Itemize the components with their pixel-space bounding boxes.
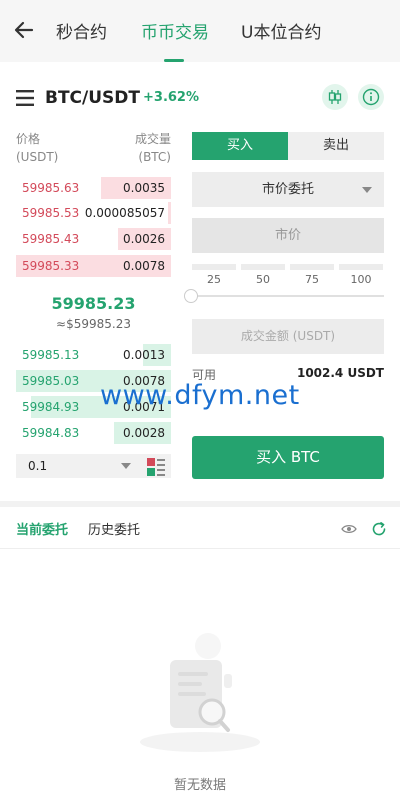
qty-column-header: 成交量 (BTC)	[134, 132, 171, 164]
ask-qty: 0.0026	[123, 232, 165, 246]
order-type-value: 市价委托	[261, 182, 314, 197]
ask-row[interactable]: 59985.33 0.0078	[16, 255, 171, 277]
top-nav: 秒合约 币币交易 U本位合约	[0, 0, 400, 62]
percent-25-label[interactable]: 25	[192, 273, 236, 286]
section-separator	[0, 501, 400, 507]
bid-qty: 0.0028	[123, 426, 165, 440]
pair-header: BTC/USDT +3.62%	[0, 62, 400, 132]
bid-row[interactable]: 59985.13 0.0013	[16, 344, 171, 366]
buy-sell-toggle: 买入 卖出	[192, 132, 384, 160]
order-type-select[interactable]: 市价委托	[192, 172, 384, 207]
last-price-fiat: ≈$59985.23	[56, 317, 131, 331]
tab-usdt-futures[interactable]: U本位合约	[241, 18, 321, 43]
ask-qty: 0.0078	[123, 259, 165, 273]
price-column-header: 价格 (USDT)	[16, 132, 59, 164]
bid-price: 59984.93	[22, 400, 80, 414]
watermark-text: www.dfym.net	[100, 380, 300, 411]
ask-depth-bar	[168, 202, 171, 224]
back-arrow-icon[interactable]	[12, 18, 36, 42]
bid-row[interactable]: 59984.83 0.0028	[16, 422, 171, 444]
empty-state-text: 暂无数据	[173, 778, 226, 793]
info-button[interactable]	[358, 84, 384, 110]
ask-row[interactable]: 59985.43 0.0026	[16, 228, 171, 250]
ask-row[interactable]: 59985.63 0.0035	[16, 177, 171, 199]
tab-spot-trading[interactable]: 币币交易	[141, 18, 209, 43]
available-balance: 1002.4 USDT	[296, 366, 384, 380]
amount-slider-track[interactable]	[192, 295, 384, 297]
percent-75-bar[interactable]	[290, 264, 334, 270]
last-price: 59985.23	[51, 294, 136, 313]
ask-price: 59985.33	[22, 259, 80, 273]
bid-price: 59984.83	[22, 426, 80, 440]
chevron-down-icon	[121, 463, 131, 469]
percent-100-bar[interactable]	[339, 264, 383, 270]
candlestick-icon	[328, 90, 342, 104]
depth-precision-value: 0.1	[28, 459, 48, 473]
amount-input[interactable]: 成交金额 (USDT)	[192, 319, 384, 354]
pair-symbol[interactable]: BTC/USDT	[45, 88, 140, 108]
menu-icon[interactable]	[16, 90, 34, 106]
ask-qty: 0.000085057	[84, 206, 165, 220]
percent-75-label[interactable]: 75	[290, 273, 334, 286]
empty-state-illustration	[140, 633, 260, 752]
candlestick-chart-button[interactable]	[322, 84, 348, 110]
price-change: +3.62%	[143, 90, 199, 105]
amount-slider-thumb[interactable]	[184, 289, 198, 303]
bid-price: 59985.13	[22, 348, 80, 362]
ask-price: 59985.63	[22, 181, 80, 195]
orders-divider	[0, 548, 400, 549]
tab-second-contract[interactable]: 秒合约	[56, 18, 107, 43]
buy-tab[interactable]: 买入	[192, 132, 288, 160]
percent-25-bar[interactable]	[192, 264, 236, 270]
refresh-icon[interactable]	[371, 521, 387, 537]
percent-100-label[interactable]: 100	[339, 273, 383, 286]
sell-tab[interactable]: 卖出	[288, 132, 384, 160]
orderbook-layout-icon[interactable]	[147, 458, 165, 476]
info-icon	[362, 88, 380, 106]
price-input[interactable]: 市价	[192, 218, 384, 253]
ask-price: 59985.53	[22, 206, 80, 220]
tab-order-history[interactable]: 历史委托	[88, 519, 140, 538]
bid-price: 59985.03	[22, 374, 80, 388]
tab-current-orders[interactable]: 当前委托	[16, 519, 68, 538]
buy-btc-button[interactable]: 买入 BTC	[192, 436, 384, 479]
ask-qty: 0.0035	[123, 181, 165, 195]
ask-row[interactable]: 59985.53 0.000085057	[16, 202, 171, 224]
eye-icon[interactable]	[341, 521, 357, 537]
percent-50-bar[interactable]	[241, 264, 285, 270]
bid-qty: 0.0013	[123, 348, 165, 362]
ask-price: 59985.43	[22, 232, 80, 246]
chevron-down-icon	[362, 187, 372, 193]
percent-50-label[interactable]: 50	[241, 273, 285, 286]
